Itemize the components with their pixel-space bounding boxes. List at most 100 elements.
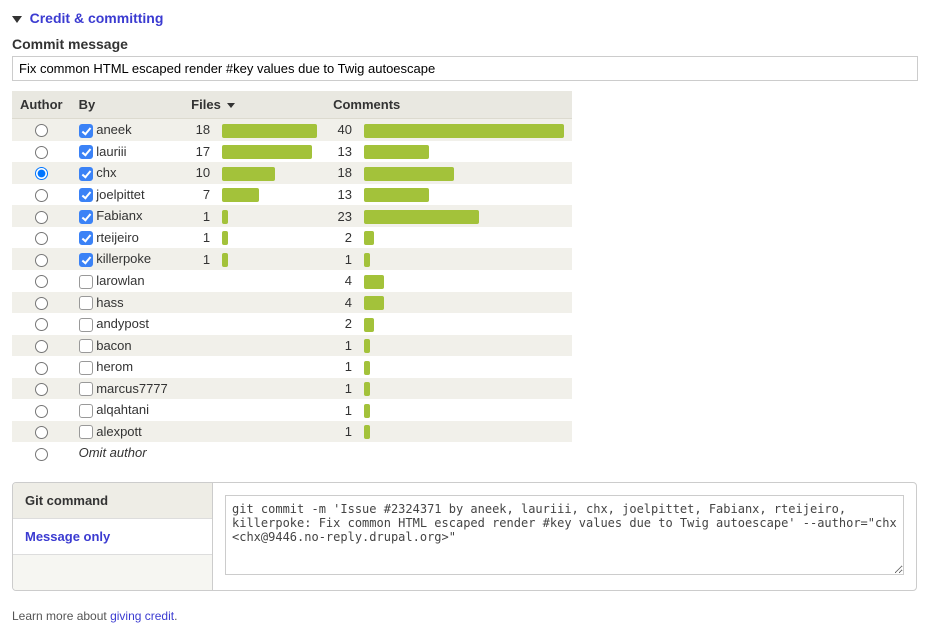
author-radio[interactable]: [35, 232, 48, 245]
contributor-name: bacon: [93, 338, 132, 353]
files-count: [183, 421, 214, 443]
comments-bar: [364, 361, 370, 375]
contributor-name: marcus7777: [93, 381, 168, 396]
contributor-name: hass: [93, 295, 124, 310]
table-row: chx 10 18: [12, 162, 572, 184]
files-count: [183, 335, 214, 357]
comments-bar: [364, 275, 384, 289]
header-files-label: Files: [191, 97, 221, 112]
author-radio[interactable]: [35, 211, 48, 224]
contributor-name: alqahtani: [93, 402, 149, 417]
author-radio-omit[interactable]: [35, 448, 48, 461]
credit-checkbox[interactable]: [79, 382, 93, 396]
author-radio[interactable]: [35, 275, 48, 288]
comments-bar: [364, 188, 429, 202]
contributor-name: aneek: [93, 122, 132, 137]
files-bar: [222, 167, 275, 181]
comments-count: 1: [325, 248, 356, 270]
files-count: 1: [183, 248, 214, 270]
author-radio[interactable]: [35, 146, 48, 159]
contributors-table: Author By Files Comments aneek1840 lauri…: [12, 91, 572, 464]
contributor-name: Fabianx: [93, 208, 143, 223]
comments-bar: [364, 210, 479, 224]
files-count: [183, 313, 214, 335]
author-radio[interactable]: [35, 405, 48, 418]
comments-count: 13: [325, 184, 356, 206]
header-files[interactable]: Files: [183, 91, 325, 119]
chevron-down-icon: [12, 16, 22, 23]
comments-count: 1: [325, 399, 356, 421]
contributor-name: chx: [93, 165, 117, 180]
contributor-name: killerpoke: [93, 251, 152, 266]
author-radio[interactable]: [35, 254, 48, 267]
header-comments: Comments: [325, 91, 572, 119]
comments-bar: [364, 425, 370, 439]
tab-message-only[interactable]: Message only: [13, 519, 212, 555]
table-row: herom1: [12, 356, 572, 378]
git-command-header: Git command: [13, 483, 212, 519]
comments-count: 4: [325, 292, 356, 314]
files-count: [183, 270, 214, 292]
contributor-name: andypost: [93, 316, 149, 331]
credit-checkbox[interactable]: [79, 253, 93, 267]
git-command-output[interactable]: [225, 495, 904, 575]
author-radio[interactable]: [35, 426, 48, 439]
contributor-name: lauriii: [93, 144, 127, 159]
table-row: bacon1: [12, 335, 572, 357]
author-radio[interactable]: [35, 318, 48, 331]
comments-count: 18: [325, 162, 356, 184]
comments-bar: [364, 231, 374, 245]
commit-message-input[interactable]: [12, 56, 918, 81]
table-row: rteijeiro12: [12, 227, 572, 249]
table-row: hass 4: [12, 292, 572, 314]
giving-credit-link[interactable]: giving credit: [110, 609, 174, 623]
credit-checkbox[interactable]: [79, 339, 93, 353]
comments-bar: [364, 145, 429, 159]
credit-checkbox[interactable]: [79, 188, 93, 202]
author-radio[interactable]: [35, 362, 48, 375]
credit-checkbox[interactable]: [79, 145, 93, 159]
omit-author-label: Omit author: [71, 442, 572, 463]
files-count: 10: [183, 162, 214, 184]
author-radio[interactable]: [35, 340, 48, 353]
credit-checkbox[interactable]: [79, 361, 93, 375]
credit-checkbox[interactable]: [79, 318, 93, 332]
comments-bar: [364, 339, 370, 353]
files-bar: [222, 145, 312, 159]
comments-bar: [364, 296, 384, 310]
table-row: killerpoke 1 1: [12, 248, 572, 270]
table-row: lauriii1713: [12, 141, 572, 163]
comments-bar: [364, 124, 564, 138]
author-radio[interactable]: [35, 124, 48, 137]
author-radio[interactable]: [35, 167, 48, 180]
table-row: alexpott1: [12, 421, 572, 443]
credit-checkbox[interactable]: [79, 124, 93, 138]
commit-message-label: Commit message: [12, 36, 918, 52]
files-bar: [222, 188, 259, 202]
table-row: larowlan4: [12, 270, 572, 292]
author-radio[interactable]: [35, 297, 48, 310]
section-title-link[interactable]: Credit & committing: [30, 10, 164, 26]
credit-checkbox[interactable]: [79, 167, 93, 181]
files-count: 17: [183, 141, 214, 163]
credit-checkbox[interactable]: [79, 425, 93, 439]
table-row: Fabianx123: [12, 205, 572, 227]
git-command-panel: Git command Message only: [12, 482, 917, 591]
author-radio[interactable]: [35, 383, 48, 396]
comments-count: 40: [325, 119, 356, 141]
files-count: 7: [183, 184, 214, 206]
section-header[interactable]: Credit & committing: [12, 10, 918, 26]
credit-checkbox[interactable]: [79, 296, 93, 310]
credit-checkbox[interactable]: [79, 231, 93, 245]
comments-bar: [364, 167, 454, 181]
files-count: [183, 399, 214, 421]
credit-checkbox[interactable]: [79, 404, 93, 418]
contributor-name: larowlan: [93, 273, 145, 288]
files-count: [183, 378, 214, 400]
credit-checkbox[interactable]: [79, 275, 93, 289]
table-row: joelpittet713: [12, 184, 572, 206]
author-radio[interactable]: [35, 189, 48, 202]
credit-checkbox[interactable]: [79, 210, 93, 224]
files-bar: [222, 124, 317, 138]
table-row-omit: Omit author: [12, 442, 572, 463]
